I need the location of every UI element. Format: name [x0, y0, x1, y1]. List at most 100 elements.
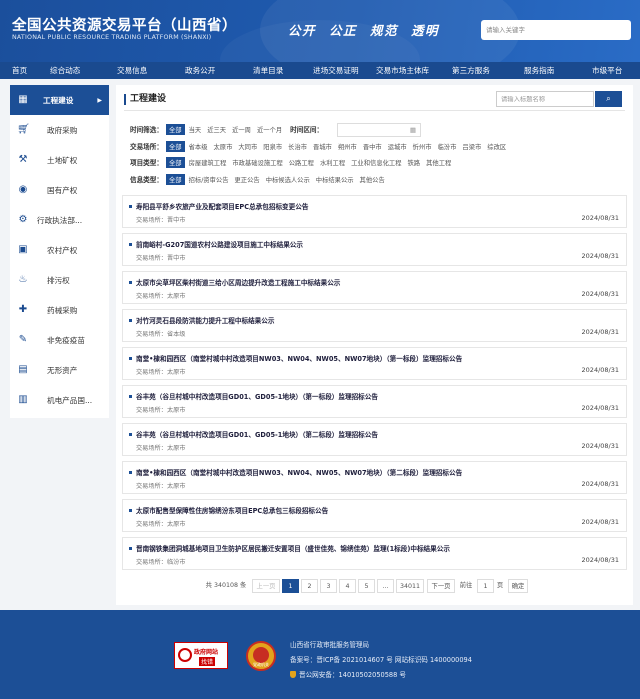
filter-option[interactable]: 阳泉市	[263, 142, 282, 151]
filter-option[interactable]: 近一个月	[257, 125, 282, 134]
item-title[interactable]: 谷丰苑（谷旦村城中村改造项目GD01、GD05-1地块）（第一标段）监理招标公告	[136, 391, 378, 401]
filter-option[interactable]: 工业和信息化工程	[351, 158, 401, 167]
page-button[interactable]: 3	[320, 579, 337, 593]
sidebar-item-machinery[interactable]: ▥ 机电产品国...	[10, 385, 109, 415]
location-label: 交易场所：	[136, 217, 167, 224]
nav-item-catalog[interactable]: 清单目录	[253, 65, 283, 76]
filter-option[interactable]: 公路工程	[289, 158, 314, 167]
filter-option[interactable]: 运城市	[388, 142, 407, 151]
list-item[interactable]: 太原市尖草坪区柴村街道三给小区周边提升改造工程施工中标结果公示 交易场所：太原市…	[122, 271, 627, 304]
item-title[interactable]: 对竹河灵石县段防洪能力提升工程中标结果公示	[136, 315, 274, 325]
page-button[interactable]: 2	[301, 579, 318, 593]
list-item[interactable]: 谷丰苑（谷旦村城中村改造项目GD01、GD05-1地块）（第一标段）监理招标公告…	[122, 385, 627, 418]
title-search-input[interactable]	[501, 95, 593, 103]
nav-item-trade-info[interactable]: 交易信息	[117, 65, 147, 76]
prev-page-button[interactable]: 上一页	[252, 579, 280, 593]
filter-option[interactable]: 全部	[166, 123, 185, 135]
footer-police-record[interactable]: 晋公网安备：14010502050588 号	[290, 669, 406, 679]
nav-item-news[interactable]: 综合动态	[50, 65, 80, 76]
gov-website-error-badge[interactable]: 政府网站 找错	[174, 642, 228, 669]
sidebar-item-vaccine[interactable]: ✎ 非免疫疫苗	[10, 325, 109, 355]
header-search-box	[481, 20, 631, 40]
filter-option[interactable]: 省本级	[189, 142, 208, 151]
page-button[interactable]: 5	[358, 579, 375, 593]
nav-item-market-entity[interactable]: 交易市场主体库	[376, 65, 429, 76]
filter-option[interactable]: 水利工程	[320, 158, 345, 167]
footer-icp[interactable]: 备案号：晋ICP备 2021014607 号 网站标识码 1400000094	[290, 654, 472, 664]
sidebar-item-state-property[interactable]: ◉ 国有产权	[10, 175, 109, 205]
filter-option[interactable]: 其他公告	[360, 175, 385, 184]
slogan: 透明	[411, 23, 440, 38]
filter-option[interactable]: 吕梁市	[462, 142, 481, 151]
item-title[interactable]: 南堂•棣和园西区（南堂村城中村改造项目NW03、NW04、NW05、NW07地块…	[136, 467, 462, 477]
sidebar-item-construction[interactable]: ▦ 工程建设 ▶	[10, 85, 109, 115]
list-item[interactable]: 前南峪村-G207国道农村公路建设项目施工中标结果公示 交易场所：晋中市 202…	[122, 233, 627, 266]
filter-option[interactable]: 当天	[189, 125, 202, 134]
item-title[interactable]: 太原市尖草坪区柴村街道三给小区周边提升改造工程施工中标结果公示	[136, 277, 340, 287]
nav-item-third-party[interactable]: 第三方服务	[452, 65, 490, 76]
page-button[interactable]: 4	[339, 579, 356, 593]
nav-item-service-guide[interactable]: 服务指南	[524, 65, 554, 76]
list-item[interactable]: 南堂•棣和园西区（南堂村城中村改造项目NW03、NW04、NW05、NW07地块…	[122, 347, 627, 380]
list-item[interactable]: 寿阳县平舒乡农旅产业及配套项目EPC总承包招标变更公告 交易场所：晋中市 202…	[122, 195, 627, 228]
filter-option[interactable]: 朔州市	[338, 142, 357, 151]
search-button[interactable]: ⌕	[595, 91, 622, 107]
location-value: 太原市	[166, 407, 186, 414]
sidebar-item-medicine[interactable]: ✚ 药械采购	[10, 295, 109, 325]
location-value: 临汾市	[166, 559, 186, 566]
item-title[interactable]: 寿阳县平舒乡农旅产业及配套项目EPC总承包招标变更公告	[136, 201, 308, 211]
goto-page-input[interactable]: 1	[477, 579, 494, 593]
location-label: 交易场所：	[136, 331, 167, 338]
filter-option[interactable]: 招标/资审公告	[189, 175, 229, 184]
filter-option[interactable]: 太原市	[213, 142, 232, 151]
header-search-input[interactable]	[486, 26, 631, 34]
filter-option[interactable]: 全部	[166, 156, 185, 168]
sidebar-item-land-mining[interactable]: ⚒ 土地矿权	[10, 145, 109, 175]
item-title[interactable]: 谷丰苑（谷旦村城中村改造项目GD01、GD05-1地块）（第二标段）监理招标公告	[136, 429, 378, 439]
filter-option[interactable]: 铁路	[408, 158, 421, 167]
item-title[interactable]: 前南峪村-G207国道农村公路建设项目施工中标结果公示	[136, 239, 303, 249]
next-page-button[interactable]: 下一页	[427, 579, 455, 593]
nav-item-city-platform[interactable]: 市级平台	[592, 65, 622, 76]
item-title[interactable]: 晋南钢铁集团洞城基地项目卫生防护区居民搬迁安置项目（盛世佳苑、锦绣佳苑）监理(1…	[136, 543, 450, 553]
party-gov-badge[interactable]: 党政机关	[246, 641, 276, 671]
goto-confirm-button[interactable]: 确定	[508, 579, 528, 593]
filter-option[interactable]: 市政基础设施工程	[232, 158, 282, 167]
filter-option[interactable]: 综改区	[487, 142, 506, 151]
filter-option[interactable]: 其他工程	[426, 158, 451, 167]
sidebar-item-procurement[interactable]: 🛒︎ 政府采购	[10, 115, 109, 145]
sidebar-item-emission[interactable]: ♨ 排污权	[10, 265, 109, 295]
date-range-picker[interactable]: ▦	[337, 123, 421, 137]
filter-option[interactable]: 房屋建筑工程	[189, 158, 227, 167]
filter-option[interactable]: 全部	[166, 173, 185, 185]
page-button-current[interactable]: 1	[282, 579, 299, 593]
filter-option[interactable]: 中标结果公示	[316, 175, 354, 184]
filter-option[interactable]: 近三天	[207, 125, 226, 134]
list-item[interactable]: 对竹河灵石县段防洪能力提升工程中标结果公示 交易场所：省本级 2024/08/3…	[122, 309, 627, 342]
filter-option[interactable]: 忻州市	[413, 142, 432, 151]
nav-item-trade-proof[interactable]: 进场交易证明	[313, 65, 359, 76]
filter-option[interactable]: 晋城市	[313, 142, 332, 151]
filter-option[interactable]: 临汾市	[438, 142, 457, 151]
list-item[interactable]: 太原市配售型保障性住房锦绣汾东项目EPC总承包三标段招标公告 交易场所：太原市 …	[122, 499, 627, 532]
filter-option[interactable]: 更正公告	[235, 175, 260, 184]
police-shield-icon	[290, 671, 296, 678]
filter-option[interactable]: 近一周	[232, 125, 251, 134]
item-title[interactable]: 太原市配售型保障性住房锦绣汾东项目EPC总承包三标段招标公告	[136, 505, 328, 515]
nav-item-home[interactable]: 首页	[12, 65, 27, 76]
filter-option[interactable]: 晋中市	[363, 142, 382, 151]
item-title[interactable]: 南堂•棣和园西区（南堂村城中村改造项目NW03、NW04、NW05、NW07地块…	[136, 353, 462, 363]
sidebar-item-law-enforcement[interactable]: ⚙ 行政执法部...	[10, 205, 109, 235]
page-button-last[interactable]: 34011	[396, 579, 424, 593]
list-item[interactable]: 南堂•棣和园西区（南堂村城中村改造项目NW03、NW04、NW05、NW07地块…	[122, 461, 627, 494]
filter-option[interactable]: 全部	[166, 140, 185, 152]
sidebar-item-rural-property[interactable]: ▣ 农村产权	[10, 235, 109, 265]
filter-option[interactable]: 中标候选人公示	[266, 175, 310, 184]
filter-option[interactable]: 大同市	[238, 142, 257, 151]
filter-option[interactable]: 长治市	[288, 142, 307, 151]
list-item[interactable]: 晋南钢铁集团洞城基地项目卫生防护区居民搬迁安置项目（盛世佳苑、锦绣佳苑）监理(1…	[122, 537, 627, 570]
sidebar-item-intangible[interactable]: ▤ 无形资产	[10, 355, 109, 385]
nav-item-gov-affairs[interactable]: 政务公开	[185, 65, 215, 76]
site-title[interactable]: 全国公共资源交易平台（山西省）	[12, 14, 237, 35]
list-item[interactable]: 谷丰苑（谷旦村城中村改造项目GD01、GD05-1地块）（第二标段）监理招标公告…	[122, 423, 627, 456]
